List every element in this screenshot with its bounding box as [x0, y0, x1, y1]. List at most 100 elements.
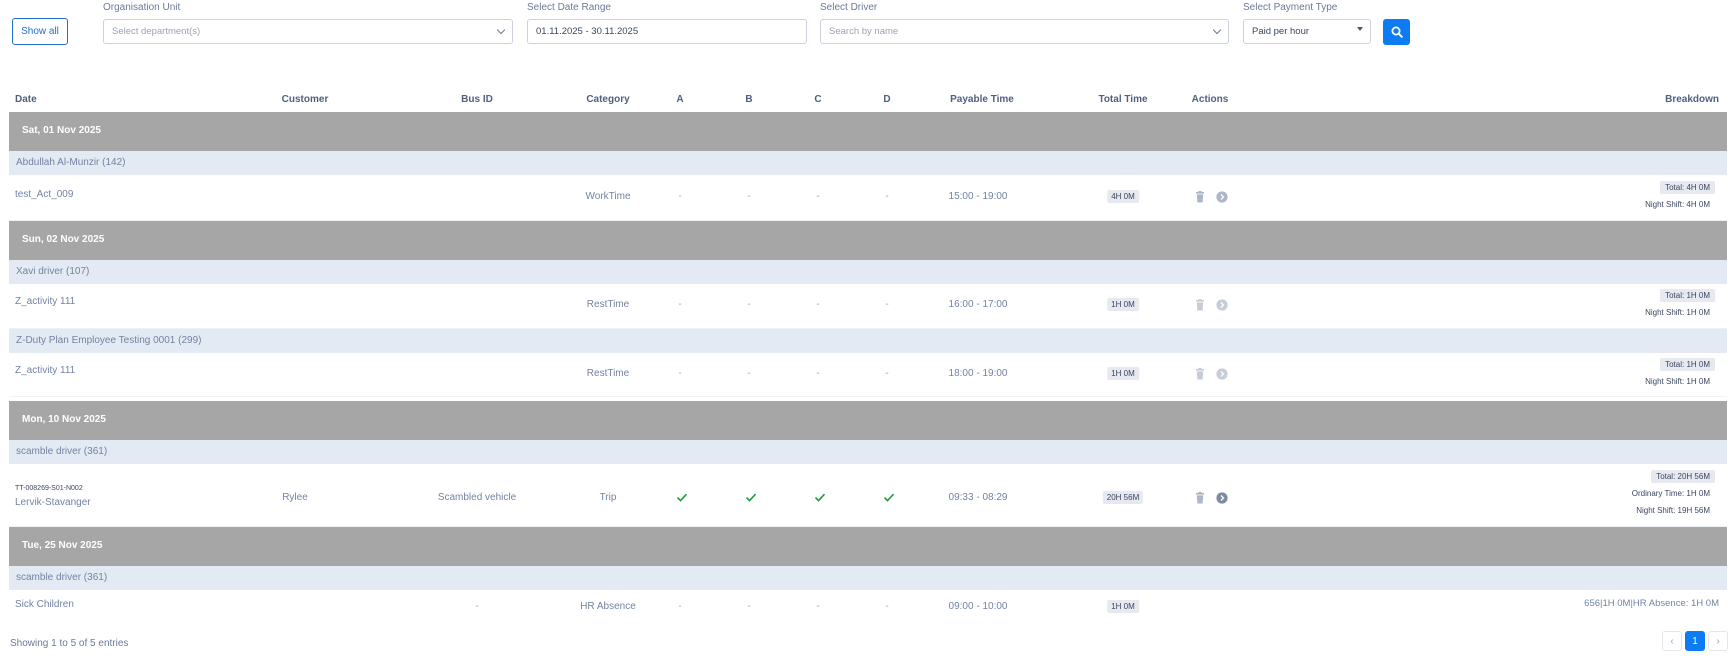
chevron-down-icon	[1212, 25, 1222, 35]
entry-b: -	[747, 368, 751, 379]
delete-icon[interactable]	[1194, 368, 1206, 380]
org-unit-select[interactable]: Select department(s)	[103, 19, 513, 44]
entry-name: Z_activity 111	[15, 296, 76, 307]
filter-bar: Show all Organisation Unit Select depart…	[0, 0, 1732, 50]
entry-a: -	[678, 191, 682, 202]
date-range-label: Select Date Range	[527, 2, 611, 13]
entry-a: -	[678, 601, 682, 612]
check-icon	[745, 493, 757, 502]
breakdown-chip: Night Shift: 19H 56M	[1636, 506, 1710, 515]
col-payable-time: Payable Time	[950, 94, 1014, 105]
entry-category: RestTime	[586, 299, 630, 310]
table-row: Z_activity 111 RestTime - - - - 16:00 - …	[9, 284, 1727, 329]
delete-icon[interactable]	[1194, 191, 1206, 203]
col-c: C	[814, 94, 822, 105]
check-icon	[814, 493, 826, 502]
col-date: Date	[15, 94, 37, 105]
total-time-badge: 1H 0M	[1107, 600, 1139, 613]
date-group-label: Sat, 01 Nov 2025	[22, 125, 101, 136]
entry-bus-id: Scambled vehicle	[437, 492, 517, 503]
total-time-badge: 4H 0M	[1107, 190, 1139, 203]
table-row: TT-008269-S01-N002 Lervik-Stavanger Ryle…	[9, 464, 1727, 527]
table-header: Date Customer Bus ID Category A B C D Pa…	[9, 88, 1727, 112]
driver-label: Select Driver	[820, 2, 878, 13]
entry-category: HR Absence	[580, 601, 636, 612]
prev-page-button[interactable]: ‹	[1662, 631, 1682, 651]
org-unit-placeholder: Select department(s)	[112, 26, 201, 37]
entry-customer: Rylee	[282, 492, 308, 503]
driver-name: Abdullah Al-Munzir (142)	[16, 157, 126, 168]
date-group-label: Tue, 25 Nov 2025	[22, 540, 103, 551]
breakdown-chip: Total: 1H 0M	[1660, 289, 1715, 302]
entry-a: -	[678, 368, 682, 379]
chevron-right-circle-icon[interactable]	[1216, 191, 1228, 203]
payment-type-select[interactable]: Paid per hour	[1243, 19, 1371, 44]
entry-payable-time: 16:00 - 17:00	[948, 299, 1008, 310]
driver-select[interactable]: Search by name	[820, 19, 1229, 44]
driver-name: scamble driver (361)	[16, 572, 108, 583]
driver-name: Z-Duty Plan Employee Testing 0001 (299)	[16, 335, 202, 346]
entry-bus-id: -	[475, 601, 479, 612]
delete-icon[interactable]	[1194, 299, 1206, 311]
driver-row: Xavi driver (107)	[9, 260, 1727, 284]
col-category: Category	[586, 94, 630, 105]
entry-d: -	[885, 299, 889, 310]
table-row: Sick Children - HR Absence - - - - 09:00…	[9, 590, 1727, 622]
entry-b: -	[747, 191, 751, 202]
entry-payable-time: 09:33 - 08:29	[948, 492, 1008, 503]
driver-name: scamble driver (361)	[16, 446, 108, 457]
col-actions: Actions	[1191, 94, 1229, 105]
entry-name: Sick Children	[15, 599, 74, 610]
org-unit-label: Organisation Unit	[103, 2, 181, 13]
caret-down-icon	[1357, 27, 1363, 31]
table-row: Z_activity 111 RestTime - - - - 18:00 - …	[9, 353, 1727, 397]
breakdown-chip: Total: 20H 56M	[1651, 470, 1715, 483]
chevron-right-circle-icon[interactable]	[1216, 299, 1228, 311]
search-button[interactable]	[1383, 19, 1410, 45]
col-a: A	[676, 94, 684, 105]
entry-name: test_Act_009	[15, 189, 74, 200]
date-group-row: Mon, 10 Nov 2025	[9, 401, 1727, 440]
date-group-label: Mon, 10 Nov 2025	[22, 414, 106, 425]
date-group-label: Sun, 02 Nov 2025	[22, 234, 105, 245]
total-time-badge: 1H 0M	[1107, 298, 1139, 311]
chevron-down-icon	[496, 25, 506, 35]
col-total-time: Total Time	[1098, 94, 1148, 105]
driver-row: scamble driver (361)	[9, 440, 1727, 464]
entry-c: -	[816, 368, 820, 379]
entry-b: -	[747, 601, 751, 612]
breakdown-text: 656|1H 0M|HR Absence: 1H 0M	[1584, 598, 1719, 609]
show-all-button[interactable]: Show all	[12, 18, 68, 45]
entry-payable-time: 09:00 - 10:00	[948, 601, 1008, 612]
entry-c: -	[816, 601, 820, 612]
table-row: test_Act_009 WorkTime - - - - 15:00 - 19…	[9, 175, 1727, 221]
entry-payable-time: 15:00 - 19:00	[948, 191, 1008, 202]
entry-a: -	[678, 299, 682, 310]
chevron-right-circle-icon[interactable]	[1216, 368, 1228, 380]
entries-info: Showing 1 to 5 of 5 entries	[10, 638, 129, 649]
page-1-button[interactable]: 1	[1685, 631, 1705, 651]
date-group-row: Tue, 25 Nov 2025	[9, 527, 1727, 566]
date-group-row: Sun, 02 Nov 2025	[9, 221, 1727, 260]
chevron-right-circle-icon[interactable]	[1216, 492, 1228, 504]
check-icon	[883, 493, 895, 502]
entry-d: -	[885, 368, 889, 379]
next-page-button[interactable]: ›	[1708, 631, 1728, 651]
date-range-input[interactable]: 01.11.2025 - 30.11.2025	[527, 19, 807, 44]
breakdown-chip: Total: 1H 0M	[1660, 358, 1715, 371]
col-b: B	[745, 94, 753, 105]
timesheet-table: Date Customer Bus ID Category A B C D Pa…	[9, 88, 1727, 622]
driver-placeholder: Search by name	[829, 26, 899, 37]
driver-name: Xavi driver (107)	[16, 266, 90, 277]
entry-payable-time: 18:00 - 19:00	[948, 368, 1008, 379]
entry-category: Trip	[599, 492, 617, 503]
col-breakdown: Breakdown	[1665, 94, 1719, 105]
delete-icon[interactable]	[1194, 492, 1206, 504]
entry-name: Z_activity 111	[15, 365, 76, 376]
driver-row: Z-Duty Plan Employee Testing 0001 (299)	[9, 329, 1727, 353]
entry-c: -	[816, 299, 820, 310]
entry-d: -	[885, 601, 889, 612]
check-icon	[676, 493, 688, 502]
breakdown-chip: Night Shift: 4H 0M	[1645, 200, 1710, 209]
payment-type-value: Paid per hour	[1252, 26, 1310, 37]
